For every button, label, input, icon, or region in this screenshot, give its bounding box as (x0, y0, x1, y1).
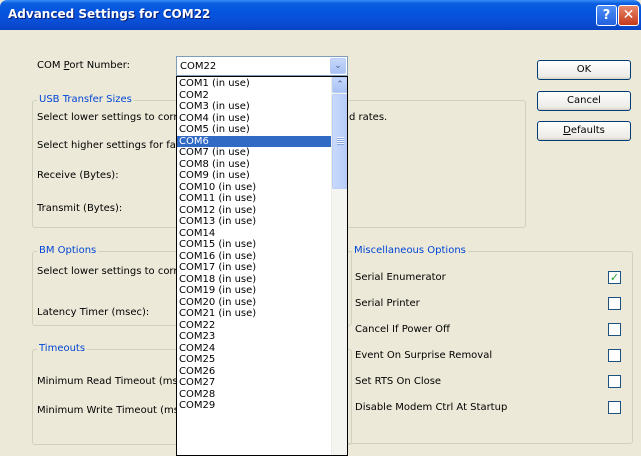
dropdown-item[interactable]: COM14 (177, 228, 332, 240)
title-bar[interactable]: Advanced Settings for COM22 ? ✕ (0, 0, 641, 30)
advanced-settings-dialog: Advanced Settings for COM22 ? ✕ COM Port… (0, 0, 641, 456)
defaults-button[interactable]: Defaults (537, 121, 631, 141)
com-port-dropdown-list[interactable]: COM1 (in use) COM2 COM3 (in use) COM4 (in u… (176, 76, 348, 456)
dropdown-item[interactable]: COM29 (177, 400, 332, 412)
dropdown-item[interactable]: COM26 (177, 366, 332, 378)
com-port-select[interactable]: COM22 ⌄ (176, 56, 348, 76)
transmit-bytes-label: Transmit (Bytes): (37, 203, 123, 214)
receive-bytes-label: Receive (Bytes): (37, 170, 119, 181)
usb-hint-higher: Select higher settings for fas (37, 140, 182, 151)
cancel-if-power-off-label: Cancel If Power Off (355, 324, 450, 335)
dropdown-item[interactable]: COM2 (177, 90, 332, 102)
event-on-surprise-removal-label: Event On Surprise Removal (355, 350, 493, 361)
cancel-if-power-off-checkbox[interactable] (608, 323, 621, 336)
chevron-down-icon[interactable]: ⌄ (330, 58, 346, 74)
serial-enumerator-checkbox[interactable]: ✓ (608, 271, 621, 284)
misc-options-title: Miscellaneous Options (352, 245, 468, 256)
bm-options-title: BM Options (37, 245, 99, 256)
latency-timer-label: Latency Timer (msec): (37, 307, 150, 318)
timeouts-title: Timeouts (37, 343, 88, 354)
set-rts-on-close-checkbox[interactable] (608, 375, 621, 388)
dropdown-item[interactable]: COM21 (in use) (177, 308, 332, 320)
usb-transfer-title: USB Transfer Sizes (37, 94, 134, 105)
close-icon[interactable]: ✕ (618, 5, 639, 26)
serial-printer-checkbox[interactable] (608, 297, 621, 310)
disable-modem-ctrl-checkbox[interactable] (608, 401, 621, 414)
dropdown-item[interactable]: COM10 (in use) (177, 182, 332, 194)
disable-modem-ctrl-label: Disable Modem Ctrl At Startup (355, 402, 508, 413)
dropdown-item[interactable]: COM19 (in use) (177, 285, 332, 297)
dropdown-item[interactable]: COM27 (177, 377, 332, 389)
dropdown-item[interactable]: COM1 (in use) (177, 78, 332, 90)
dropdown-item[interactable]: COM15 (in use) (177, 239, 332, 251)
window-title: Advanced Settings for COM22 (8, 7, 211, 21)
dropdown-item[interactable]: COM20 (in use) (177, 297, 332, 309)
ok-button[interactable]: OK (537, 60, 631, 80)
dropdown-item[interactable]: COM4 (in use) (177, 113, 332, 125)
serial-enumerator-label: Serial Enumerator (355, 272, 446, 283)
dropdown-item[interactable]: COM18 (in use) (177, 274, 332, 286)
dropdown-item[interactable]: COM5 (in use) (177, 124, 332, 136)
serial-printer-label: Serial Printer (355, 298, 420, 309)
dropdown-item[interactable]: COM28 (177, 389, 332, 401)
dropdown-items: COM1 (in use) COM2 COM3 (in use) COM4 (in u… (177, 78, 332, 412)
min-read-timeout-label: Minimum Read Timeout (msec (37, 376, 190, 387)
scrollbar-thumb[interactable] (332, 94, 347, 189)
dropdown-item[interactable]: COM3 (in use) (177, 101, 332, 113)
usb-hint-lower: Select lower settings to corre (37, 112, 184, 123)
usb-hint-lower-tail: d rates. (349, 112, 388, 123)
dropdown-item[interactable]: COM16 (in use) (177, 251, 332, 263)
cancel-button[interactable]: Cancel (537, 91, 631, 111)
dropdown-item[interactable]: COM12 (in use) (177, 205, 332, 217)
com-port-label: COM Port Number: (37, 60, 131, 71)
dropdown-item[interactable]: COM11 (in use) (177, 193, 332, 205)
help-icon[interactable]: ? (596, 5, 617, 26)
dropdown-item[interactable]: COM25 (177, 354, 332, 366)
grip-icon (337, 137, 344, 145)
dropdown-item[interactable]: COM8 (in use) (177, 159, 332, 171)
dropdown-item[interactable]: COM17 (in use) (177, 262, 332, 274)
dropdown-item[interactable]: COM22 (177, 320, 332, 332)
min-write-timeout-label: Minimum Write Timeout (mse (37, 405, 186, 416)
dropdown-item[interactable]: COM24 (177, 343, 332, 355)
dropdown-scrollbar[interactable]: ⌃ (331, 77, 347, 455)
dropdown-item[interactable]: COM9 (in use) (177, 170, 332, 182)
dropdown-item[interactable]: COM7 (in use) (177, 147, 332, 159)
scroll-up-icon[interactable]: ⌃ (332, 77, 347, 93)
event-on-surprise-removal-checkbox[interactable] (608, 349, 621, 362)
set-rts-on-close-label: Set RTS On Close (355, 376, 442, 387)
dropdown-item[interactable]: COM13 (in use) (177, 216, 332, 228)
dropdown-item[interactable]: COM6 (177, 135, 332, 147)
com-port-value: COM22 (180, 61, 217, 72)
dropdown-item[interactable]: COM23 (177, 331, 332, 343)
bm-hint: Select lower settings to corre (37, 266, 184, 277)
